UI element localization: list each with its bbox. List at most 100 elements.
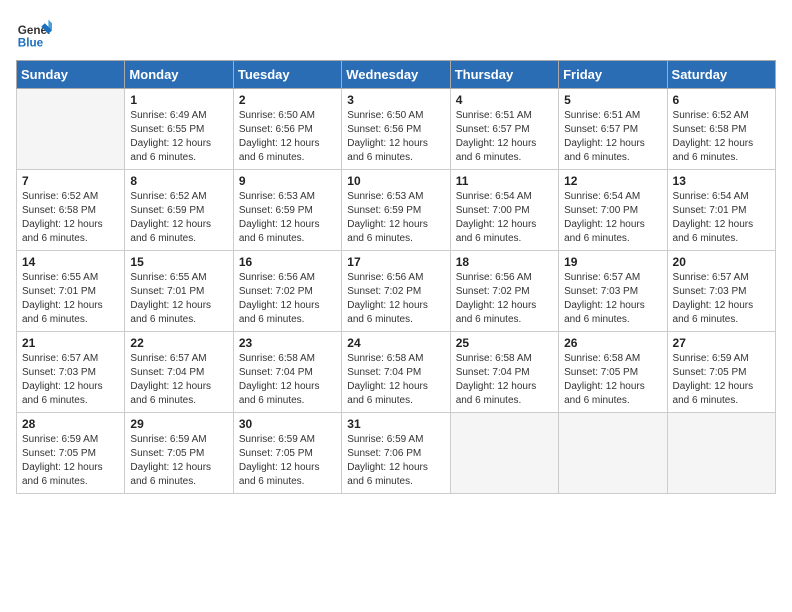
day-number: 26 bbox=[564, 336, 661, 350]
day-cell bbox=[17, 89, 125, 170]
header-cell-saturday: Saturday bbox=[667, 61, 775, 89]
day-cell: 8 Sunrise: 6:52 AM Sunset: 6:59 PM Daylig… bbox=[125, 170, 233, 251]
day-number: 25 bbox=[456, 336, 553, 350]
header-cell-monday: Monday bbox=[125, 61, 233, 89]
day-info: Sunrise: 6:53 AM Sunset: 6:59 PM Dayligh… bbox=[347, 190, 444, 246]
day-cell: 1Sunrise: 6:49 AM Sunset: 6:55 PM Daylig… bbox=[125, 89, 233, 170]
day-number: 18 bbox=[456, 255, 553, 269]
day-cell: 9 Sunrise: 6:53 AM Sunset: 6:59 PM Daylig… bbox=[233, 170, 341, 251]
day-number: 4 bbox=[456, 93, 553, 107]
day-info: Sunrise: 6:55 AM Sunset: 7:01 PM Dayligh… bbox=[22, 271, 119, 327]
logo-icon: General Blue bbox=[16, 16, 52, 52]
day-info: Sunrise: 6:59 AM Sunset: 7:05 PM Dayligh… bbox=[130, 433, 227, 489]
week-row-1: 1Sunrise: 6:49 AM Sunset: 6:55 PM Daylig… bbox=[17, 89, 776, 170]
day-cell: 4 Sunrise: 6:51 AM Sunset: 6:57 PM Daylig… bbox=[450, 89, 558, 170]
day-number: 24 bbox=[347, 336, 444, 350]
day-number: 28 bbox=[22, 417, 119, 431]
day-info: Sunrise: 6:52 AM Sunset: 6:58 PM Dayligh… bbox=[673, 109, 770, 165]
day-info: Sunrise: 6:50 AM Sunset: 6:56 PM Dayligh… bbox=[347, 109, 444, 165]
day-info: Sunrise: 6:59 AM Sunset: 7:06 PM Dayligh… bbox=[347, 433, 444, 489]
day-number: 5 bbox=[564, 93, 661, 107]
day-number: 17 bbox=[347, 255, 444, 269]
calendar-table: SundayMondayTuesdayWednesdayThursdayFrid… bbox=[16, 60, 776, 494]
day-cell: 13 Sunrise: 6:54 AM Sunset: 7:01 PM Dayli… bbox=[667, 170, 775, 251]
logo: General Blue bbox=[16, 16, 52, 52]
day-cell: 11 Sunrise: 6:54 AM Sunset: 7:00 PM Dayli… bbox=[450, 170, 558, 251]
page-header: General Blue bbox=[16, 16, 776, 52]
day-number: 1 bbox=[130, 93, 227, 107]
day-cell: 17 Sunrise: 6:56 AM Sunset: 7:02 PM Dayli… bbox=[342, 251, 450, 332]
day-info: Sunrise: 6:58 AM Sunset: 7:04 PM Dayligh… bbox=[239, 352, 336, 408]
header-cell-friday: Friday bbox=[559, 61, 667, 89]
day-number: 13 bbox=[673, 174, 770, 188]
day-number: 9 bbox=[239, 174, 336, 188]
day-info: Sunrise: 6:57 AM Sunset: 7:03 PM Dayligh… bbox=[673, 271, 770, 327]
day-cell: 26Sunrise: 6:58 AM Sunset: 7:05 PM Dayli… bbox=[559, 332, 667, 413]
header-cell-tuesday: Tuesday bbox=[233, 61, 341, 89]
day-cell: 25 Sunrise: 6:58 AM Sunset: 7:04 PM Dayli… bbox=[450, 332, 558, 413]
day-cell: 16 Sunrise: 6:56 AM Sunset: 7:02 PM Dayli… bbox=[233, 251, 341, 332]
day-info: Sunrise: 6:56 AM Sunset: 7:02 PM Dayligh… bbox=[347, 271, 444, 327]
day-number: 8 bbox=[130, 174, 227, 188]
day-number: 20 bbox=[673, 255, 770, 269]
header-cell-wednesday: Wednesday bbox=[342, 61, 450, 89]
day-info: Sunrise: 6:52 AM Sunset: 6:59 PM Dayligh… bbox=[130, 190, 227, 246]
day-number: 3 bbox=[347, 93, 444, 107]
day-number: 31 bbox=[347, 417, 444, 431]
day-number: 7 bbox=[22, 174, 119, 188]
day-info: Sunrise: 6:57 AM Sunset: 7:03 PM Dayligh… bbox=[22, 352, 119, 408]
day-cell: 23Sunrise: 6:58 AM Sunset: 7:04 PM Dayli… bbox=[233, 332, 341, 413]
day-number: 10 bbox=[347, 174, 444, 188]
day-cell: 19Sunrise: 6:57 AM Sunset: 7:03 PM Dayli… bbox=[559, 251, 667, 332]
day-info: Sunrise: 6:52 AM Sunset: 6:58 PM Dayligh… bbox=[22, 190, 119, 246]
day-cell: 27Sunrise: 6:59 AM Sunset: 7:05 PM Dayli… bbox=[667, 332, 775, 413]
day-info: Sunrise: 6:56 AM Sunset: 7:02 PM Dayligh… bbox=[456, 271, 553, 327]
day-cell: 28 Sunrise: 6:59 AM Sunset: 7:05 PM Dayli… bbox=[17, 413, 125, 494]
day-info: Sunrise: 6:54 AM Sunset: 7:00 PM Dayligh… bbox=[456, 190, 553, 246]
day-cell: 15Sunrise: 6:55 AM Sunset: 7:01 PM Dayli… bbox=[125, 251, 233, 332]
day-cell: 31 Sunrise: 6:59 AM Sunset: 7:06 PM Dayli… bbox=[342, 413, 450, 494]
day-number: 2 bbox=[239, 93, 336, 107]
day-info: Sunrise: 6:57 AM Sunset: 7:04 PM Dayligh… bbox=[130, 352, 227, 408]
day-number: 21 bbox=[22, 336, 119, 350]
day-info: Sunrise: 6:59 AM Sunset: 7:05 PM Dayligh… bbox=[673, 352, 770, 408]
week-row-4: 21 Sunrise: 6:57 AM Sunset: 7:03 PM Dayli… bbox=[17, 332, 776, 413]
calendar-body: 1Sunrise: 6:49 AM Sunset: 6:55 PM Daylig… bbox=[17, 89, 776, 494]
day-cell: 14 Sunrise: 6:55 AM Sunset: 7:01 PM Dayli… bbox=[17, 251, 125, 332]
svg-text:Blue: Blue bbox=[18, 37, 44, 50]
day-number: 29 bbox=[130, 417, 227, 431]
header-cell-thursday: Thursday bbox=[450, 61, 558, 89]
day-info: Sunrise: 6:57 AM Sunset: 7:03 PM Dayligh… bbox=[564, 271, 661, 327]
day-number: 11 bbox=[456, 174, 553, 188]
header-cell-sunday: Sunday bbox=[17, 61, 125, 89]
day-info: Sunrise: 6:59 AM Sunset: 7:05 PM Dayligh… bbox=[239, 433, 336, 489]
calendar-header: SundayMondayTuesdayWednesdayThursdayFrid… bbox=[17, 61, 776, 89]
day-number: 16 bbox=[239, 255, 336, 269]
day-info: Sunrise: 6:58 AM Sunset: 7:04 PM Dayligh… bbox=[456, 352, 553, 408]
day-info: Sunrise: 6:54 AM Sunset: 7:01 PM Dayligh… bbox=[673, 190, 770, 246]
day-cell: 3 Sunrise: 6:50 AM Sunset: 6:56 PM Daylig… bbox=[342, 89, 450, 170]
week-row-2: 7 Sunrise: 6:52 AM Sunset: 6:58 PM Daylig… bbox=[17, 170, 776, 251]
day-cell: 30Sunrise: 6:59 AM Sunset: 7:05 PM Dayli… bbox=[233, 413, 341, 494]
day-info: Sunrise: 6:56 AM Sunset: 7:02 PM Dayligh… bbox=[239, 271, 336, 327]
day-number: 14 bbox=[22, 255, 119, 269]
day-info: Sunrise: 6:51 AM Sunset: 6:57 PM Dayligh… bbox=[564, 109, 661, 165]
week-row-3: 14 Sunrise: 6:55 AM Sunset: 7:01 PM Dayli… bbox=[17, 251, 776, 332]
day-cell: 29 Sunrise: 6:59 AM Sunset: 7:05 PM Dayli… bbox=[125, 413, 233, 494]
day-info: Sunrise: 6:59 AM Sunset: 7:05 PM Dayligh… bbox=[22, 433, 119, 489]
day-cell: 18 Sunrise: 6:56 AM Sunset: 7:02 PM Dayli… bbox=[450, 251, 558, 332]
header-row: SundayMondayTuesdayWednesdayThursdayFrid… bbox=[17, 61, 776, 89]
day-info: Sunrise: 6:51 AM Sunset: 6:57 PM Dayligh… bbox=[456, 109, 553, 165]
day-cell: 12Sunrise: 6:54 AM Sunset: 7:00 PM Dayli… bbox=[559, 170, 667, 251]
day-cell: 20 Sunrise: 6:57 AM Sunset: 7:03 PM Dayli… bbox=[667, 251, 775, 332]
day-cell: 2 Sunrise: 6:50 AM Sunset: 6:56 PM Daylig… bbox=[233, 89, 341, 170]
day-cell bbox=[450, 413, 558, 494]
day-info: Sunrise: 6:54 AM Sunset: 7:00 PM Dayligh… bbox=[564, 190, 661, 246]
day-info: Sunrise: 6:50 AM Sunset: 6:56 PM Dayligh… bbox=[239, 109, 336, 165]
day-info: Sunrise: 6:53 AM Sunset: 6:59 PM Dayligh… bbox=[239, 190, 336, 246]
day-cell bbox=[667, 413, 775, 494]
day-cell: 7 Sunrise: 6:52 AM Sunset: 6:58 PM Daylig… bbox=[17, 170, 125, 251]
day-number: 22 bbox=[130, 336, 227, 350]
day-cell: 6Sunrise: 6:52 AM Sunset: 6:58 PM Daylig… bbox=[667, 89, 775, 170]
day-cell: 22 Sunrise: 6:57 AM Sunset: 7:04 PM Dayli… bbox=[125, 332, 233, 413]
